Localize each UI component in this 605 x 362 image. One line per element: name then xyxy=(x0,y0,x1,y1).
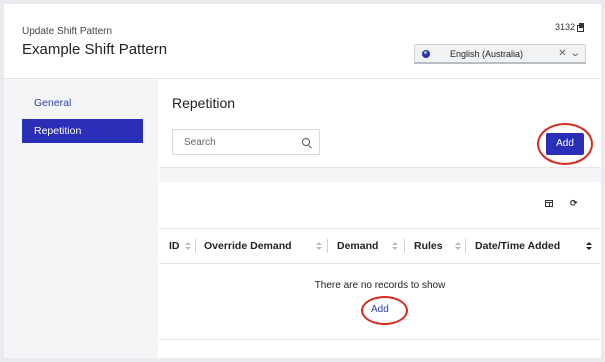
columns-icon[interactable] xyxy=(545,200,553,207)
refresh-icon[interactable]: ⟳ xyxy=(570,199,578,208)
column-separator xyxy=(404,239,405,253)
table-header: ID Override Demand Demand Rules Date/Tim… xyxy=(159,228,601,264)
search-input[interactable] xyxy=(182,136,296,149)
column-separator xyxy=(195,239,196,253)
sort-icon[interactable] xyxy=(316,242,322,251)
globe-icon xyxy=(422,49,430,58)
search-icon[interactable] xyxy=(302,138,310,146)
chevron-down-icon[interactable]: ⌄ xyxy=(569,48,581,59)
page-subtitle: Update Shift Pattern xyxy=(22,26,113,37)
search-box xyxy=(172,129,320,155)
record-id-value: 3132 xyxy=(554,22,575,32)
sidebar: General Repetition xyxy=(4,79,158,358)
sort-icon[interactable] xyxy=(586,242,592,251)
column-header-demand[interactable]: Demand xyxy=(337,229,378,263)
highlight-ring xyxy=(361,296,408,325)
table-panel xyxy=(159,182,601,358)
sidebar-item-general[interactable]: General xyxy=(22,91,143,115)
sort-icon[interactable] xyxy=(455,242,461,251)
record-id: 3132 xyxy=(555,22,585,32)
column-header-date-time-added[interactable]: Date/Time Added xyxy=(475,229,560,263)
column-header-rules[interactable]: Rules xyxy=(414,229,443,263)
language-select[interactable]: English (Australia) ✕ ⌄ xyxy=(414,44,586,64)
section-title: Repetition xyxy=(172,95,236,111)
panel-gap xyxy=(159,168,601,182)
highlight-ring xyxy=(537,123,593,165)
sort-icon[interactable] xyxy=(185,242,191,251)
column-header-id[interactable]: ID xyxy=(169,229,180,263)
page-header: Update Shift Pattern Example Shift Patte… xyxy=(4,4,601,79)
page-title: Example Shift Pattern xyxy=(22,41,168,58)
copy-icon[interactable] xyxy=(577,23,585,32)
empty-state-message: There are no records to show xyxy=(314,280,446,291)
sort-icon[interactable] xyxy=(392,242,398,251)
column-separator xyxy=(327,239,328,253)
clear-icon[interactable]: ✕ xyxy=(558,48,566,59)
column-header-override-demand[interactable]: Override Demand xyxy=(204,229,292,263)
sidebar-item-repetition[interactable]: Repetition xyxy=(22,119,143,143)
language-value: English (Australia) xyxy=(450,48,524,59)
repetition-toolbar-panel: Repetition Add xyxy=(159,79,601,168)
column-separator xyxy=(465,239,466,253)
divider xyxy=(159,339,601,340)
